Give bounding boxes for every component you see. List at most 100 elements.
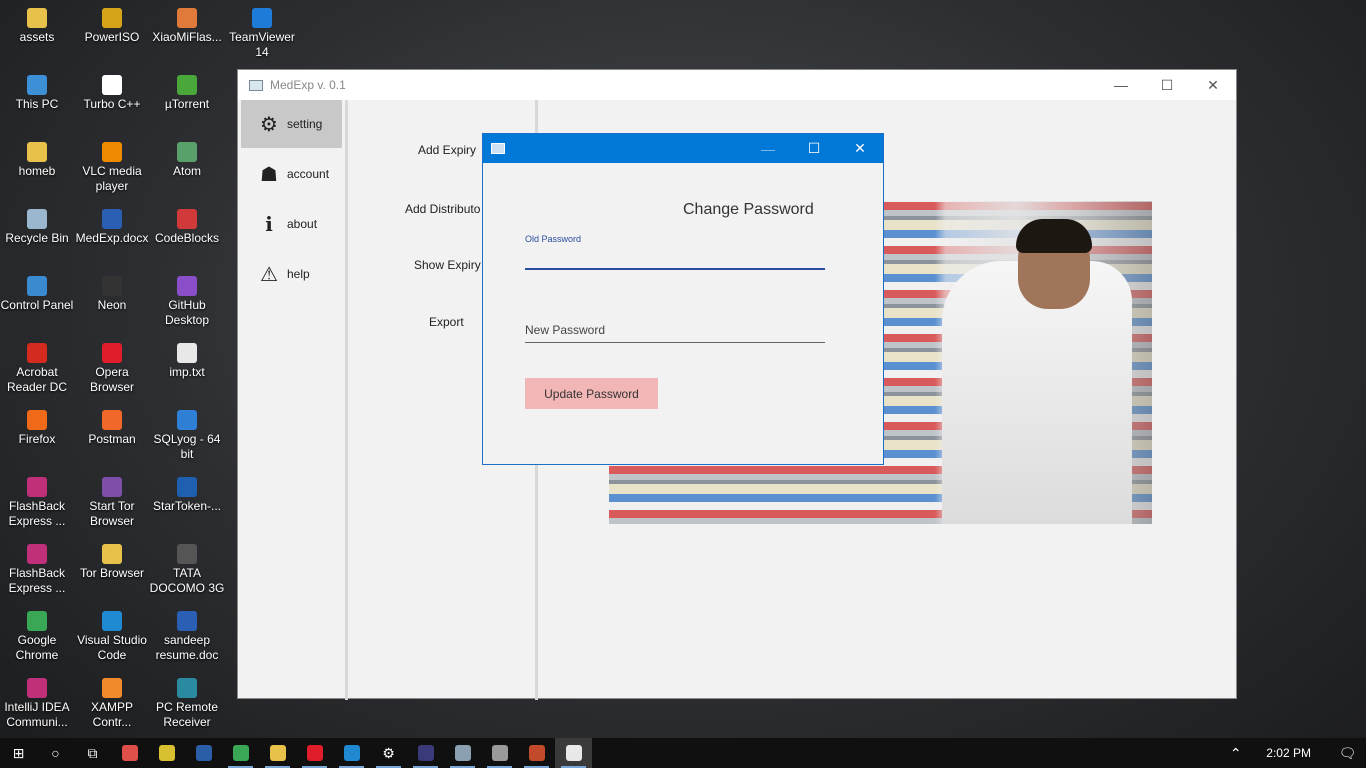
desktop-icon[interactable]: FlashBack Express ... bbox=[0, 477, 75, 529]
desktop-icon[interactable]: TeamViewer 14 bbox=[224, 8, 300, 60]
menu-add-expiry[interactable]: Add Expiry bbox=[418, 143, 476, 157]
taskbar-app-explorer[interactable] bbox=[259, 738, 296, 768]
change-password-dialog: — ☐ ✕ Change Password Old Password Updat… bbox=[482, 133, 884, 465]
taskbar-app-opera[interactable] bbox=[296, 738, 333, 768]
desktop-icon[interactable]: TATA DOCOMO 3G bbox=[149, 544, 225, 596]
warning-icon: ⚠ bbox=[260, 263, 278, 286]
desktop-icon[interactable]: Neon bbox=[74, 276, 150, 313]
taskbar-app-vscode[interactable] bbox=[333, 738, 370, 768]
desktop-icon[interactable]: PC Remote Receiver bbox=[149, 678, 225, 730]
app-minimize-button[interactable]: — bbox=[1098, 70, 1144, 100]
desktop-icon[interactable]: XiaoMiFlas... bbox=[149, 8, 225, 45]
desktop-app-icon bbox=[177, 343, 197, 363]
desktop-app-icon bbox=[102, 477, 122, 497]
taskbar-app-chrome[interactable] bbox=[222, 738, 259, 768]
desktop-app-icon bbox=[177, 611, 197, 631]
taskbar-app-database[interactable] bbox=[481, 738, 518, 768]
desktop-icon[interactable]: Acrobat Reader DC bbox=[0, 343, 75, 395]
taskbar-app-java[interactable] bbox=[555, 738, 592, 768]
menu-add-distributor[interactable]: Add Distributo bbox=[405, 202, 480, 216]
app-maximize-button[interactable]: ☐ bbox=[1144, 70, 1190, 100]
desktop-icon[interactable]: FlashBack Express ... bbox=[0, 544, 75, 596]
update-password-button[interactable]: Update Password bbox=[525, 378, 658, 409]
desktop-icon-label: Postman bbox=[88, 432, 136, 446]
sidebar-item-account[interactable]: ☗ account bbox=[241, 150, 342, 198]
user-spy-icon: ☗ bbox=[260, 163, 278, 186]
desktop-icon[interactable]: Tor Browser bbox=[74, 544, 150, 581]
desktop-icon[interactable]: Google Chrome bbox=[0, 611, 75, 663]
desktop-app-icon bbox=[102, 276, 122, 296]
desktop-icon[interactable]: Turbo C++ bbox=[74, 75, 150, 112]
taskbar-app-eclipse[interactable] bbox=[407, 738, 444, 768]
desktop-icon[interactable]: Firefox bbox=[0, 410, 75, 447]
start-button[interactable]: ⊞ bbox=[0, 738, 37, 768]
desktop-icon[interactable]: homeb bbox=[0, 142, 75, 179]
desktop-icon[interactable]: Recycle Bin bbox=[0, 209, 75, 246]
desktop-icon[interactable]: CodeBlocks bbox=[149, 209, 225, 246]
taskbar-app-medexp[interactable] bbox=[444, 738, 481, 768]
desktop-icon-label: Tor Browser bbox=[79, 566, 144, 580]
desktop-app-icon bbox=[177, 8, 197, 28]
taskbar-clock[interactable]: 2:02 PM bbox=[1254, 746, 1329, 760]
desktop-icon[interactable]: MedExp.docx bbox=[74, 209, 150, 246]
desktop-app-icon bbox=[27, 209, 47, 229]
app-close-button[interactable]: ✕ bbox=[1190, 70, 1236, 100]
cortana-button[interactable]: ○ bbox=[37, 738, 74, 768]
desktop-icon-label: XAMPP Contr... bbox=[90, 700, 133, 729]
app-icon bbox=[491, 745, 508, 761]
taskbar-app-2[interactable] bbox=[148, 738, 185, 768]
app-title: MedExp v. 0.1 bbox=[270, 78, 346, 92]
dialog-close-button[interactable]: ✕ bbox=[837, 134, 883, 163]
new-password-input[interactable] bbox=[525, 317, 825, 343]
desktop-app-icon bbox=[27, 142, 47, 162]
sidebar-item-about[interactable]: i about bbox=[241, 200, 342, 248]
dialog-minimize-button[interactable]: — bbox=[745, 134, 791, 163]
desktop-icon[interactable]: IntelliJ IDEA Communi... bbox=[0, 678, 75, 730]
desktop-icon[interactable]: GitHub Desktop bbox=[149, 276, 225, 328]
menu-show-expiry[interactable]: Show Expiry bbox=[414, 258, 481, 272]
old-password-input[interactable] bbox=[525, 244, 825, 270]
app-icon bbox=[343, 745, 360, 761]
desktop-icon[interactable]: Opera Browser bbox=[74, 343, 150, 395]
desktop-icon[interactable]: Visual Studio Code bbox=[74, 611, 150, 663]
dialog-maximize-button[interactable]: ☐ bbox=[791, 134, 837, 163]
taskbar-app-browser[interactable] bbox=[518, 738, 555, 768]
desktop-app-icon bbox=[177, 477, 197, 497]
desktop-app-icon bbox=[27, 477, 47, 497]
desktop-icon[interactable]: VLC media player bbox=[74, 142, 150, 194]
app-icon bbox=[158, 745, 175, 761]
desktop-icon[interactable]: assets bbox=[0, 8, 75, 45]
desktop-app-icon bbox=[177, 276, 197, 296]
desktop-icon[interactable]: µTorrent bbox=[149, 75, 225, 112]
desktop-icon[interactable]: Postman bbox=[74, 410, 150, 447]
desktop-icon[interactable]: Control Panel bbox=[0, 276, 75, 313]
desktop-icon[interactable]: This PC bbox=[0, 75, 75, 112]
desktop-app-icon bbox=[177, 142, 197, 162]
taskbar-app-settings[interactable]: ⚙ bbox=[370, 738, 407, 768]
sidebar-item-help[interactable]: ⚠ help bbox=[241, 250, 342, 298]
taskbar-app-1[interactable] bbox=[111, 738, 148, 768]
sidebar-item-label: about bbox=[287, 217, 318, 231]
taskbar-app-powershell[interactable] bbox=[185, 738, 222, 768]
desktop-icon[interactable]: StarToken-... bbox=[149, 477, 225, 514]
desktop-icon-label: PowerISO bbox=[84, 30, 140, 44]
desktop-icon[interactable]: sandeep resume.doc bbox=[149, 611, 225, 663]
dialog-titlebar: — ☐ ✕ bbox=[483, 134, 883, 163]
desktop-icon-label: Neon bbox=[97, 298, 127, 312]
desktop-app-icon bbox=[102, 544, 122, 564]
desktop-icon-label: Google Chrome bbox=[15, 633, 59, 662]
menu-export[interactable]: Export bbox=[429, 315, 464, 329]
desktop-icon[interactable]: XAMPP Contr... bbox=[74, 678, 150, 730]
desktop-icon[interactable]: Start Tor Browser bbox=[74, 477, 150, 529]
desktop-app-icon bbox=[102, 410, 122, 430]
sidebar-item-setting[interactable]: ⚙ setting bbox=[241, 100, 342, 148]
notification-icon[interactable]: 🗨 bbox=[1329, 738, 1366, 768]
desktop-icon[interactable]: SQLyog - 64 bit bbox=[149, 410, 225, 462]
task-view-button[interactable]: ⧉ bbox=[74, 738, 111, 768]
tray-chevron-icon[interactable]: ⌃ bbox=[1217, 738, 1254, 768]
desktop-icon[interactable]: imp.txt bbox=[149, 343, 225, 380]
desktop-icon-label: CodeBlocks bbox=[154, 231, 220, 245]
desktop-icon[interactable]: PowerISO bbox=[74, 8, 150, 45]
desktop-icon[interactable]: Atom bbox=[149, 142, 225, 179]
desktop-icon-label: Atom bbox=[172, 164, 201, 178]
